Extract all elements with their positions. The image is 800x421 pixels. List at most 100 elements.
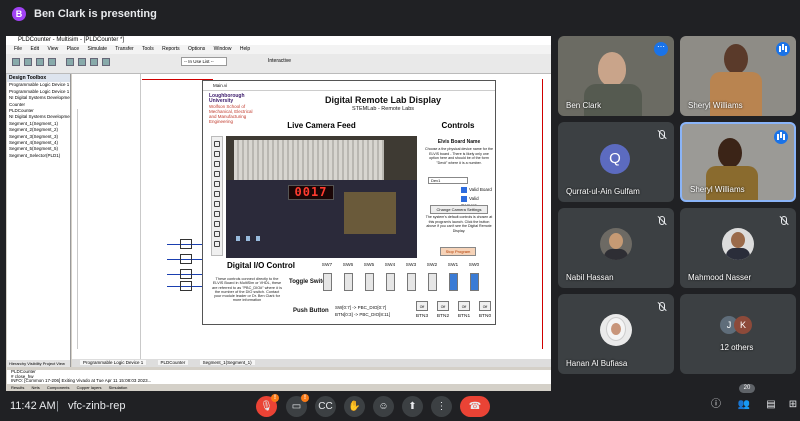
participant-tile[interactable]: Sheryl Williams [680,36,796,116]
arrow-icon[interactable] [214,201,220,207]
log-tab[interactable]: Components [47,385,70,390]
log-tab[interactable]: Simulation [109,385,128,390]
log-tab[interactable]: Results [11,385,24,390]
toolbar-icon[interactable] [78,58,86,66]
toolbox-item[interactable]: NI Digital Systems Developme [7,95,70,101]
leave-call-button[interactable]: ☎ [460,396,490,417]
tab-visibility[interactable]: Visibility [27,361,41,366]
eraser-icon[interactable] [214,221,220,227]
toggle-switch[interactable] [407,273,416,291]
push-button[interactable]: Off [416,301,428,311]
log-tab[interactable]: Nets [31,385,39,390]
pan-icon[interactable] [214,151,220,157]
present-button[interactable]: ⬆ [402,396,423,417]
others-count: 12 others [720,343,754,352]
menu-transfer[interactable]: Transfer [115,46,133,52]
menu-file[interactable]: File [14,46,22,52]
participant-tile[interactable]: Sheryl Williams [680,122,796,202]
participant-tile[interactable]: Q Qurrat-ul-Ain Gulfam [558,122,674,202]
toggle-switch[interactable] [344,273,353,291]
toolbar-icon[interactable] [12,58,20,66]
switch-mapping: SW[0:7] -> PBC_DIO[0:7] [335,305,387,310]
others-tile[interactable]: J K 12 others [680,294,796,374]
participant-tile[interactable]: Hanan Al Bufiasa [558,294,674,374]
activities-icon[interactable]: ⊞ [784,396,800,414]
fill-icon[interactable] [214,241,220,247]
toolbox-item[interactable]: NI Digital Systems Developme [7,114,70,120]
hang-up-icon: ☎ [468,401,482,412]
toolbox-item[interactable]: Programmable Logic Device 1 [7,82,70,88]
display-digits: 0017 [294,185,328,199]
toolbar-icon[interactable] [66,58,74,66]
menu-view[interactable]: View [47,46,58,52]
valid-board-label: Valid Board [469,187,492,192]
schematic-component[interactable] [180,239,192,249]
menu-window[interactable]: Window [214,46,232,52]
info-icon[interactable]: ⓘ [707,396,725,414]
color-icon[interactable] [214,231,220,237]
log-tab[interactable]: Copper layers [77,385,102,390]
tab-project-view[interactable]: Project View [43,361,65,366]
doc-tab[interactable]: Programmable Logic Device 1 [80,360,147,365]
in-use-list-select[interactable]: -- In Use List -- [181,57,227,66]
toggle-switch[interactable] [365,273,374,291]
menu-place[interactable]: Place [67,46,80,52]
io-description: These controls connect directly to the E… [211,277,282,303]
clock: 11:42 AM [10,400,56,412]
raise-hand-button[interactable]: ✋ [344,396,365,417]
toggle-switch[interactable] [386,273,395,291]
schematic-component[interactable] [180,254,192,264]
schematic-component[interactable] [180,281,192,291]
toggle-switch[interactable] [470,273,479,291]
text-icon[interactable] [214,211,220,217]
emoji-button[interactable]: ☺ [373,396,394,417]
menu-options[interactable]: Options [188,46,205,52]
participant-tile[interactable]: Nabil Hassan [558,208,674,288]
menu-edit[interactable]: Edit [30,46,39,52]
menu-reports[interactable]: Reports [162,46,180,52]
toggle-switch[interactable] [449,273,458,291]
toolbox-item[interactable]: Segment_Selector(PLD1) [7,153,70,159]
rectangle-icon[interactable] [214,181,220,187]
menu-tools[interactable]: Tools [142,46,154,52]
toolbar-icon[interactable] [102,58,110,66]
zoom-icon[interactable] [214,141,220,147]
board-led [236,236,240,241]
toolbar-icon[interactable] [90,58,98,66]
switch-label: SW6 [342,263,354,268]
menu-help[interactable]: Help [240,46,250,52]
push-button[interactable]: Off [437,301,449,311]
remote-lab-window[interactable]: Main.vi Loughborough University Wolfson … [202,80,496,325]
multisim-menu-bar: File Edit View Place Simulate Transfer T… [6,45,551,54]
microphone-button[interactable]: 🎙 ! [256,394,279,417]
people-icon[interactable]: 👥 [735,396,753,414]
controls-heading: Controls [441,121,475,130]
change-camera-settings-button[interactable]: Change Camera Settings [430,205,488,214]
stop-program-button[interactable]: Stop Program [440,247,476,256]
camera-button[interactable]: ▭ ! [286,394,309,417]
line-icon[interactable] [214,171,220,177]
tab-hierarchy[interactable]: Hierarchy [9,361,26,366]
toggle-switch[interactable] [323,273,332,291]
circle-icon[interactable] [214,191,220,197]
participant-video [598,52,626,86]
toolbar-icon[interactable] [36,58,44,66]
participant-tile[interactable]: Mahmood Nasser [680,208,796,288]
push-button[interactable]: Off [458,301,470,311]
doc-tab[interactable]: Segment_1(Segment_1) [199,360,255,365]
participant-tile[interactable]: ⋯ Ben Clark [558,36,674,116]
toggle-switch[interactable] [428,273,437,291]
doc-tab[interactable]: PLDCounter [157,360,189,365]
more-options-button[interactable]: ⋮ [431,396,452,417]
board-name-select[interactable]: Dev1 [428,177,468,184]
captions-icon: CC [318,401,333,412]
menu-simulate[interactable]: Simulate [88,46,107,52]
push-button[interactable]: Off [479,301,491,311]
toolbar-icon[interactable] [48,58,56,66]
chat-icon[interactable]: ▤ [762,396,780,414]
captions-button[interactable]: CC [315,396,336,417]
toolbar-icon[interactable] [24,58,32,66]
schematic-component[interactable] [180,269,192,279]
more-options-icon[interactable]: ⋯ [654,42,668,56]
pencil-icon[interactable] [214,161,220,167]
